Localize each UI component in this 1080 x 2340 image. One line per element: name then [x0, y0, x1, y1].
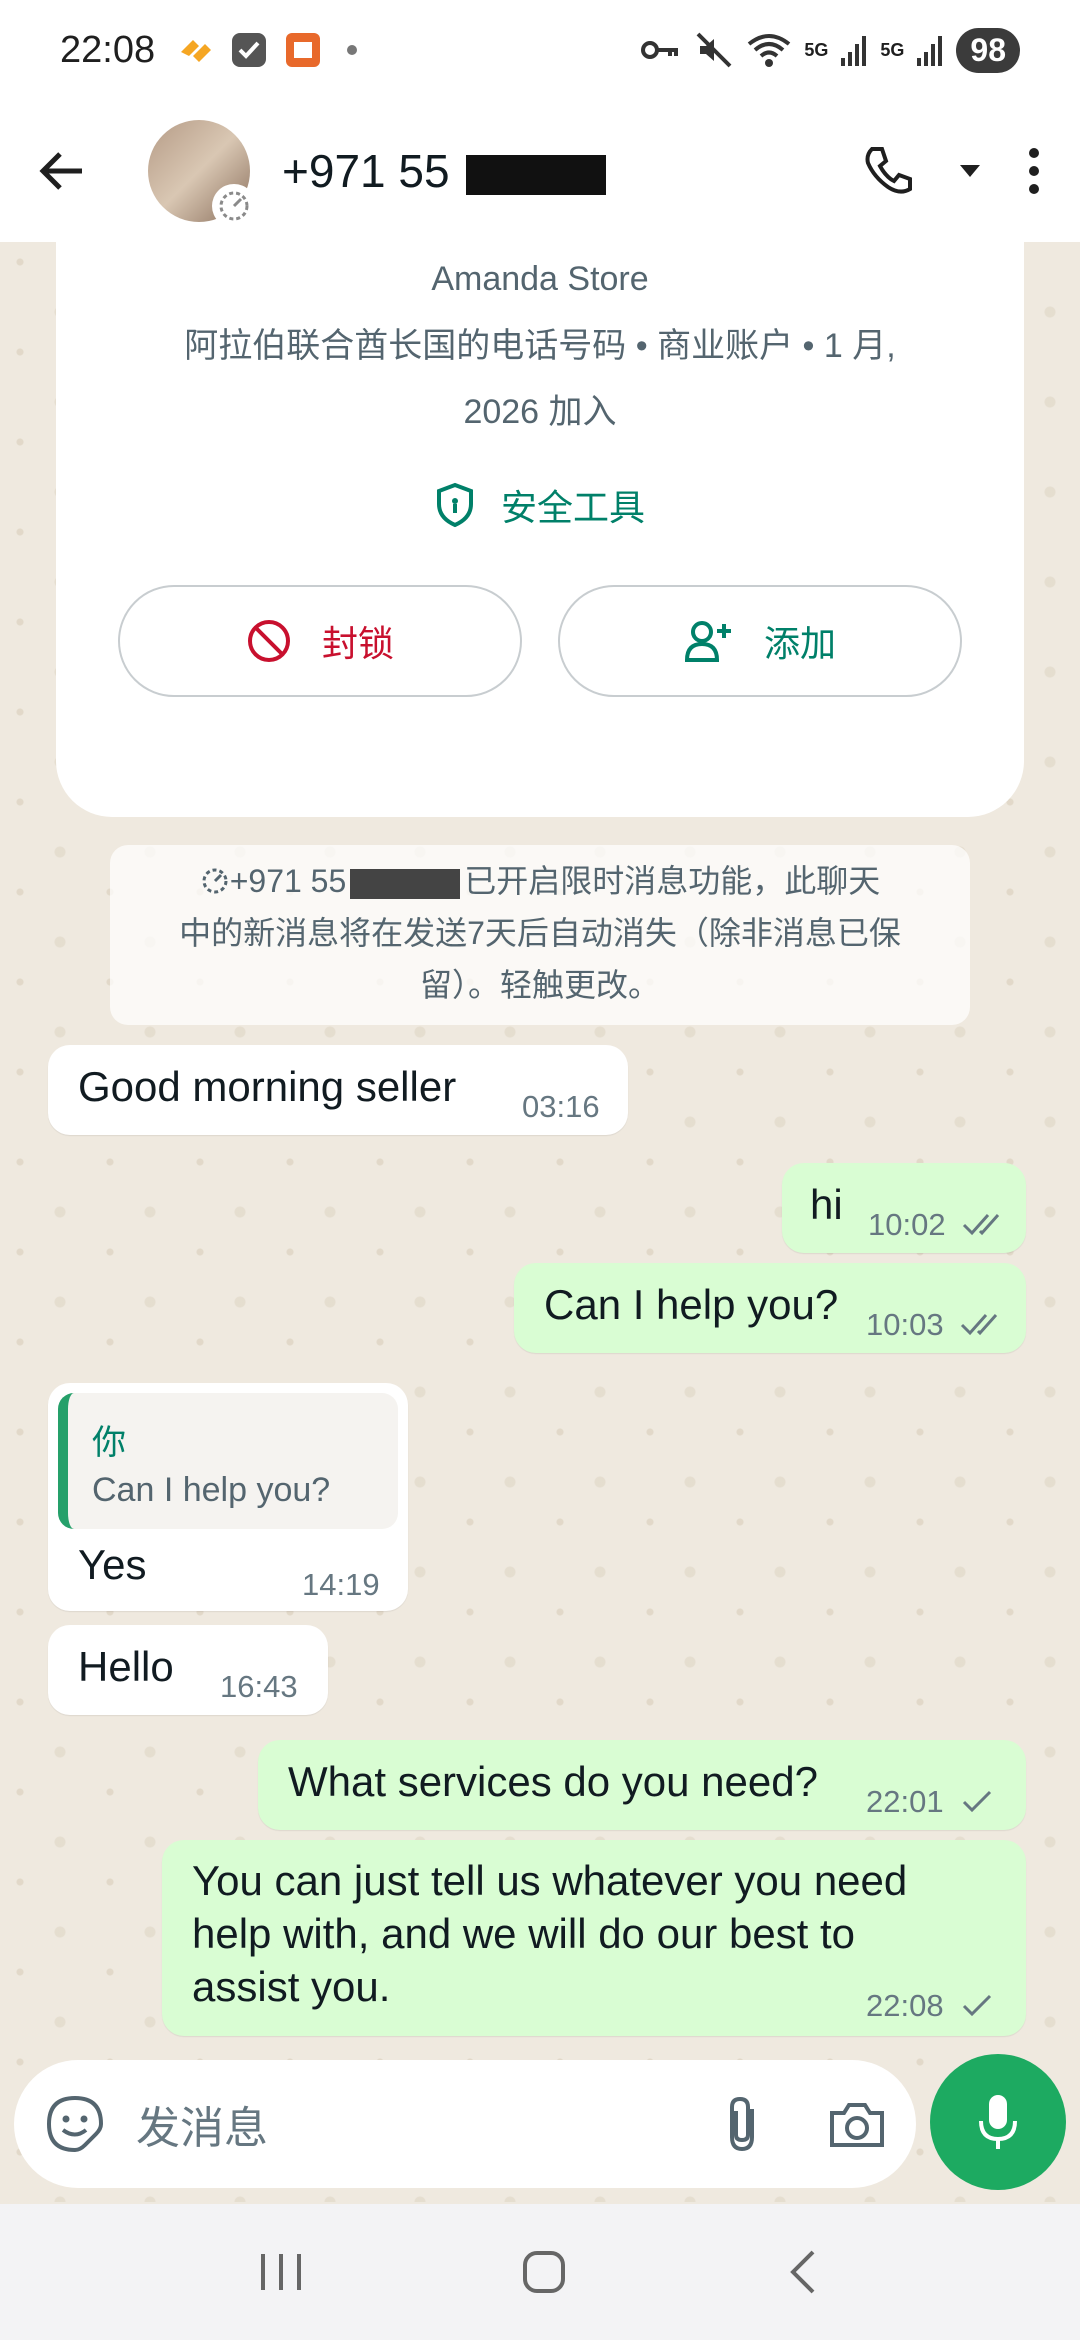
- home-icon[interactable]: [520, 2248, 568, 2296]
- battery-badge: 98: [956, 27, 1020, 73]
- message-bubble-outgoing[interactable]: Can I help you? 10:03: [514, 1263, 1026, 1353]
- message-text: Yes: [78, 1541, 147, 1588]
- sticker-icon[interactable]: [44, 2093, 106, 2155]
- double-check-icon: [962, 1214, 1000, 1236]
- app-notification-icon: [181, 40, 212, 62]
- shield-icon: [436, 482, 473, 528]
- message-line: You can just tell us whatever you need: [192, 1857, 908, 1904]
- quoted-text: Can I help you?: [92, 1471, 331, 1509]
- more-vert-icon[interactable]: [1024, 143, 1044, 199]
- caret-down-icon[interactable]: [956, 157, 984, 185]
- store-name: Amanda Store: [431, 260, 649, 298]
- camera-icon[interactable]: [828, 2099, 886, 2149]
- message-time: 22:08: [866, 1988, 944, 2023]
- message-text: Can I help you?: [544, 1281, 839, 1328]
- signal-5g-label-2: 5G: [880, 39, 905, 60]
- quoted-message[interactable]: 你 Can I help you?: [58, 1393, 398, 1529]
- message-time: 10:02: [868, 1207, 946, 1242]
- message-text: Hello: [78, 1643, 174, 1690]
- notice-line-1: +971 55 已开启限时消息功能，此聊天: [144, 855, 936, 907]
- account-meta-line-2: 2026 加入: [463, 393, 617, 431]
- message-time: 16:43: [220, 1669, 298, 1704]
- message-bubble-incoming-reply[interactable]: 你 Can I help you? Yes 14:19: [48, 1383, 408, 1611]
- message-text: You can just tell us whatever you need h…: [192, 1854, 907, 2013]
- status-bar: 22:08 5G 5G 98: [0, 0, 1080, 100]
- message-line: assist you.: [192, 1963, 391, 2010]
- contact-avatar[interactable]: [148, 120, 256, 228]
- message-time: 22:01: [866, 1784, 944, 1819]
- recent-apps-icon[interactable]: [257, 2250, 305, 2294]
- account-meta-line-1: 阿拉伯联合酋长国的电话号码 • 商业账户 • 1 月,: [184, 327, 896, 365]
- back-arrow-icon[interactable]: [36, 145, 88, 197]
- message-time: 14:19: [302, 1567, 380, 1602]
- redacted-notice-mask: [350, 868, 461, 899]
- message-bubble-incoming[interactable]: Hello 16:43: [48, 1625, 328, 1715]
- redacted-number-mask: [466, 154, 607, 195]
- contact-number: +971 55: [282, 145, 450, 197]
- timer-icon: [202, 868, 228, 894]
- check-app-icon: [232, 33, 267, 67]
- more-notifications-dot: [347, 45, 358, 55]
- notice-number: +971 55: [229, 863, 347, 899]
- account-meta: 阿拉伯联合酋长国的电话号码 • 商业账户 • 1 月, 2026 加入: [56, 313, 1024, 445]
- signal-icon: [841, 36, 867, 66]
- signal-icon-2: [917, 36, 943, 66]
- message-composer: 发消息: [14, 2060, 916, 2188]
- status-notification-icons: [175, 30, 358, 70]
- mute-icon: [696, 32, 732, 68]
- block-icon: [247, 620, 290, 662]
- attach-icon[interactable]: [722, 2093, 762, 2155]
- single-check-icon: [962, 1790, 992, 1813]
- safety-tools-link[interactable]: 安全工具: [56, 479, 1024, 531]
- add-label: 添加: [763, 623, 836, 664]
- contact-title[interactable]: +971 55: [282, 144, 607, 198]
- message-text: What services do you need?: [288, 1758, 818, 1805]
- system-navigation-bar: [0, 2204, 1080, 2340]
- message-time: 03:16: [522, 1089, 600, 1124]
- add-contact-button[interactable]: 添加: [558, 585, 962, 697]
- message-bubble-outgoing[interactable]: What services do you need? 22:01: [258, 1740, 1026, 1830]
- disappearing-messages-notice[interactable]: +971 55 已开启限时消息功能，此聊天 中的新消息将在发送7天后自动消失（除非…: [110, 845, 970, 1025]
- single-check-icon: [962, 1994, 992, 2017]
- double-check-icon: [960, 1314, 998, 1336]
- status-time: 22:08: [60, 28, 156, 71]
- phone-icon[interactable]: [860, 143, 916, 199]
- back-nav-icon[interactable]: [783, 2248, 823, 2296]
- vpn-key-icon: [641, 41, 679, 59]
- message-input[interactable]: 发消息: [136, 2092, 268, 2156]
- message-bubble-outgoing[interactable]: hi 10:02: [782, 1163, 1026, 1253]
- notice-line-1-text: 已开启限时消息功能，此聊天: [464, 863, 881, 899]
- message-line: help with, and we will do our best to: [192, 1910, 856, 1957]
- message-bubble-outgoing-long[interactable]: You can just tell us whatever you need h…: [162, 1840, 1026, 2036]
- message-time: 10:03: [866, 1307, 944, 1342]
- voice-message-button[interactable]: [930, 2054, 1066, 2190]
- block-label: 封锁: [321, 623, 394, 664]
- mic-icon: [979, 2095, 1017, 2149]
- signal-5g-label-1: 5G: [804, 39, 829, 60]
- contact-info-card: Amanda Store 阿拉伯联合酋长国的电话号码 • 商业账户 • 1 月,…: [56, 242, 1024, 817]
- notice-line-3: 留）。轻触更改。: [419, 967, 660, 1003]
- safety-tools-label: 安全工具: [500, 487, 645, 528]
- disappearing-timer-icon: [212, 184, 256, 228]
- shop-app-icon: [286, 33, 321, 67]
- notice-line-2: 中的新消息将在发送7天后自动消失（除非消息已保: [179, 915, 901, 951]
- block-button[interactable]: 封锁: [118, 585, 522, 697]
- message-bubble-incoming[interactable]: Good morning seller 03:16: [48, 1045, 628, 1135]
- quoted-author: 你: [92, 1424, 126, 1462]
- wifi-icon: [748, 34, 791, 67]
- add-person-icon: [684, 621, 731, 662]
- chat-header: +971 55: [0, 100, 1080, 242]
- message-text: Good morning seller: [78, 1063, 457, 1110]
- message-text: hi: [810, 1181, 843, 1228]
